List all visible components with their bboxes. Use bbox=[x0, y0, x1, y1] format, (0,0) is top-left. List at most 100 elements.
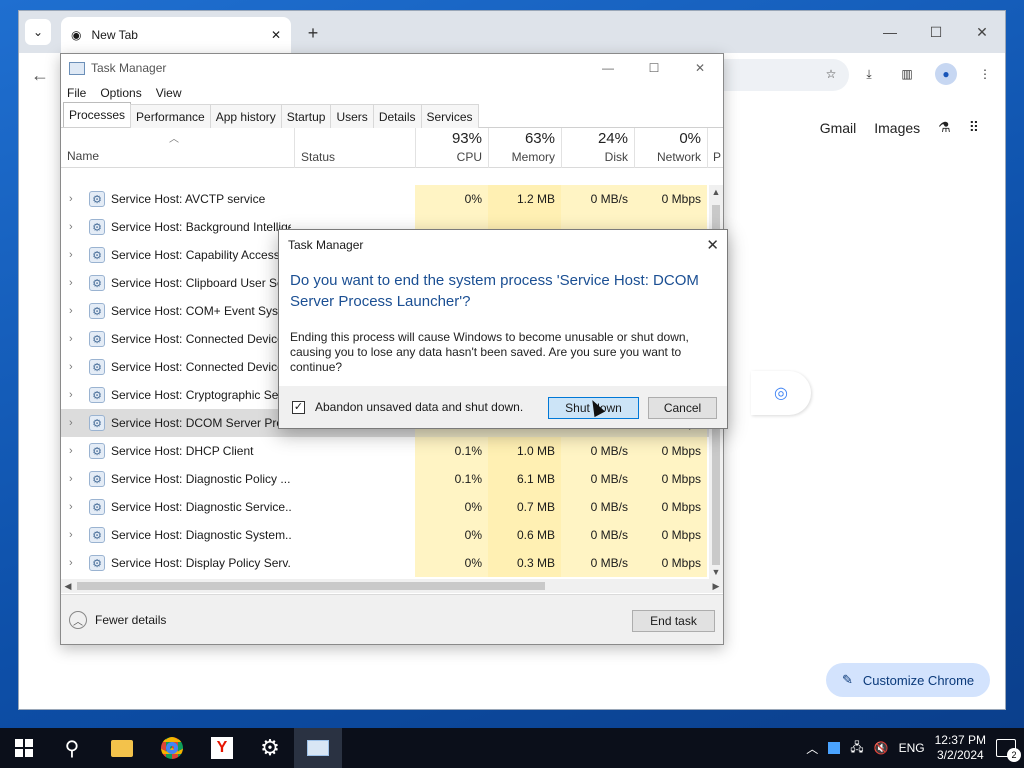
close-icon[interactable]: ✕ bbox=[677, 54, 723, 82]
expand-chevron-icon[interactable]: › bbox=[69, 445, 73, 457]
expand-chevron-icon[interactable]: › bbox=[69, 249, 73, 261]
column-network[interactable]: 0% Network bbox=[634, 128, 707, 168]
customize-chrome-button[interactable]: ✎ Customize Chrome bbox=[826, 663, 991, 697]
labs-flask-icon[interactable]: ⚗ bbox=[938, 119, 951, 136]
column-memory[interactable]: 63% Memory bbox=[488, 128, 561, 168]
images-link[interactable]: Images bbox=[874, 120, 920, 136]
expand-chevron-icon[interactable]: › bbox=[69, 529, 73, 541]
horizontal-scrollbar[interactable]: ◀ ▶ bbox=[61, 579, 723, 593]
column-name[interactable]: Name bbox=[67, 149, 99, 163]
expand-chevron-icon[interactable]: › bbox=[69, 417, 73, 429]
cancel-button[interactable]: Cancel bbox=[648, 397, 717, 419]
start-button[interactable] bbox=[0, 728, 48, 768]
yandex-logo-icon: Y bbox=[211, 737, 233, 759]
table-row[interactable]: › ⚙ Service Host: Diagnostic System... 0… bbox=[61, 521, 709, 549]
taskbar-search-button[interactable]: ⚲ bbox=[48, 728, 96, 768]
tab-services[interactable]: Services bbox=[420, 104, 479, 128]
expand-chevron-icon[interactable]: › bbox=[69, 333, 73, 345]
scroll-right-icon[interactable]: ▶ bbox=[709, 579, 723, 593]
tab-processes[interactable]: Processes bbox=[63, 102, 132, 127]
process-name: Service Host: DCOM Server Proc... bbox=[111, 416, 291, 430]
disk-label: Disk bbox=[604, 150, 628, 164]
close-icon[interactable]: ✕ bbox=[959, 11, 1005, 53]
network-icon[interactable]: 🖧 bbox=[850, 738, 863, 759]
minimize-icon[interactable]: — bbox=[585, 54, 631, 82]
expand-chevron-icon[interactable]: › bbox=[69, 501, 73, 513]
tab-performance[interactable]: Performance bbox=[130, 104, 211, 128]
checkmark-icon[interactable]: ✓ bbox=[292, 400, 305, 414]
close-icon[interactable]: ✕ bbox=[706, 236, 719, 254]
expand-chevron-icon[interactable]: › bbox=[69, 193, 73, 205]
disk-cell: 0 MB/s bbox=[561, 549, 634, 577]
clock[interactable]: 12:37 PM 3/2/2024 bbox=[935, 733, 986, 763]
gear-icon: ⚙ bbox=[89, 275, 105, 291]
language-indicator[interactable]: ENG bbox=[899, 741, 925, 755]
end-task-button[interactable]: End task bbox=[632, 610, 715, 632]
scroll-down-icon[interactable]: ▼ bbox=[709, 565, 723, 579]
taskbar-yandex[interactable]: Y bbox=[198, 728, 246, 768]
expand-chevron-icon[interactable]: › bbox=[69, 557, 73, 569]
scroll-left-icon[interactable]: ◀ bbox=[61, 579, 75, 593]
expand-chevron-icon[interactable]: › bbox=[69, 473, 73, 485]
profile-icon[interactable]: ● bbox=[935, 63, 957, 85]
volume-icon[interactable]: 🔇 bbox=[874, 741, 889, 755]
gmail-link[interactable]: Gmail bbox=[820, 120, 857, 136]
gear-icon: ⚙ bbox=[89, 499, 105, 515]
network-cell: 0 Mbps bbox=[634, 493, 707, 521]
table-row[interactable]: › ⚙ Service Host: Diagnostic Service... … bbox=[61, 493, 709, 521]
tray-app-icon[interactable] bbox=[828, 742, 841, 754]
menu-file[interactable]: File bbox=[67, 86, 86, 100]
column-disk[interactable]: 24% Disk bbox=[561, 128, 634, 168]
table-row[interactable]: › ⚙ Service Host: DHCP Client 0.1% 1.0 M… bbox=[61, 437, 709, 465]
back-arrow-icon[interactable]: ← bbox=[31, 65, 49, 86]
search-by-image-button[interactable]: ◎ bbox=[751, 371, 811, 415]
memory-cell: 1.0 MB bbox=[488, 437, 561, 465]
star-icon[interactable]: ☆ bbox=[821, 64, 841, 84]
apps-grid-icon[interactable]: ⠿ bbox=[969, 119, 979, 136]
tab-app-history[interactable]: App history bbox=[209, 104, 282, 128]
tab-details[interactable]: Details bbox=[372, 104, 422, 128]
tab-startup[interactable]: Startup bbox=[280, 104, 332, 128]
abandon-data-checkbox[interactable]: ✓ Abandon unsaved data and shut down. bbox=[292, 400, 523, 414]
maximize-icon[interactable]: ☐ bbox=[631, 54, 677, 82]
expand-chevron-icon[interactable]: › bbox=[69, 305, 73, 317]
table-row[interactable]: › ⚙ Service Host: AVCTP service 0% 1.2 M… bbox=[61, 185, 709, 213]
chevron-up-icon[interactable]: ︿ bbox=[806, 740, 818, 757]
scroll-up-icon[interactable]: ▲ bbox=[709, 185, 723, 199]
notifications-icon[interactable]: 2 bbox=[996, 739, 1021, 762]
fewer-details-label: Fewer details bbox=[95, 613, 167, 627]
chrome-tab-newtab[interactable]: ◉ New Tab ✕ bbox=[61, 17, 291, 53]
expand-chevron-icon[interactable]: › bbox=[69, 389, 73, 401]
minimize-icon[interactable]: — bbox=[867, 11, 913, 53]
table-row[interactable]: › ⚙ Service Host: Diagnostic Policy ... … bbox=[61, 465, 709, 493]
new-tab-button[interactable]: + bbox=[301, 21, 325, 45]
fewer-details-button[interactable]: ︿ Fewer details bbox=[69, 611, 166, 629]
column-power[interactable]: P bbox=[707, 128, 723, 168]
side-panel-icon[interactable]: ▥ bbox=[897, 64, 917, 84]
horizontal-scroll-thumb[interactable] bbox=[77, 582, 545, 590]
menu-view[interactable]: View bbox=[156, 86, 182, 100]
process-name: Service Host: Diagnostic Service... bbox=[111, 500, 291, 514]
gear-icon: ⚙ bbox=[89, 443, 105, 459]
plus-icon: + bbox=[307, 22, 319, 43]
taskbar-settings[interactable]: ⚙ bbox=[246, 728, 294, 768]
expand-chevron-icon[interactable]: › bbox=[69, 277, 73, 289]
expand-chevron-icon[interactable]: › bbox=[69, 221, 73, 233]
toolbar-icons: ☆ ⤓ ▥ ● ⋮ bbox=[821, 63, 995, 85]
menu-options[interactable]: Options bbox=[100, 86, 141, 100]
kebab-menu-icon[interactable]: ⋮ bbox=[975, 64, 995, 84]
column-cpu[interactable]: 93% CPU bbox=[415, 128, 488, 168]
taskbar-chrome[interactable] bbox=[148, 728, 196, 768]
taskbar-task-manager[interactable] bbox=[294, 728, 342, 768]
tab-users[interactable]: Users bbox=[330, 104, 374, 128]
taskbar-file-explorer[interactable] bbox=[98, 728, 146, 768]
checkbox-label: Abandon unsaved data and shut down. bbox=[315, 400, 524, 414]
expand-chevron-icon[interactable]: › bbox=[69, 361, 73, 373]
column-status[interactable]: Status bbox=[294, 128, 415, 168]
memory-cell: 1.2 MB bbox=[488, 185, 561, 213]
close-tab-icon[interactable]: ✕ bbox=[271, 28, 281, 42]
tab-search-button[interactable]: ⌄ bbox=[25, 19, 51, 45]
download-icon[interactable]: ⤓ bbox=[859, 64, 879, 84]
maximize-icon[interactable]: ☐ bbox=[913, 11, 959, 53]
table-row[interactable]: › ⚙ Service Host: Display Policy Serv...… bbox=[61, 549, 709, 577]
